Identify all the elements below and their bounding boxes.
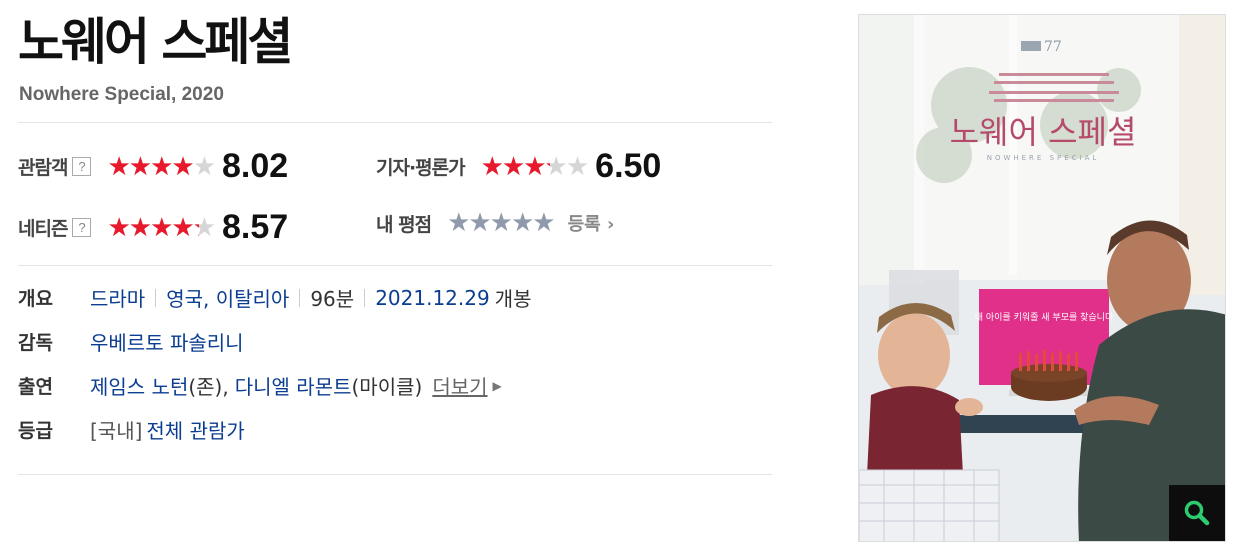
director-link[interactable]: 우베르토 파솔리니 xyxy=(90,327,244,356)
help-icon[interactable]: ? xyxy=(72,218,92,237)
divider xyxy=(18,474,772,475)
my-rating-stars[interactable]: ★★★★★ xyxy=(447,208,556,238)
triangle-right-icon: ▶ xyxy=(492,378,502,393)
more-link[interactable]: 더보기 xyxy=(432,371,487,400)
cast-role: (존), xyxy=(188,375,229,399)
separator xyxy=(299,288,301,307)
magnifier-icon xyxy=(1184,500,1210,526)
separator xyxy=(364,288,366,307)
my-rating: 내 평점 ★★★★★ 등록 › xyxy=(376,208,614,238)
grade-row: 등급 [국내] 전체 관람가 xyxy=(18,415,245,444)
audience-rating: 관람객 ? ★★★★★ ★★★★★ 8.02 xyxy=(18,147,288,186)
divider xyxy=(18,122,772,123)
audience-stars: ★★★★★ ★★★★★ xyxy=(107,151,216,182)
critics-stars: ★★★★★ ★★★★★ xyxy=(480,151,590,182)
overview-row: 개요 드라마 영국, 이탈리아 96분 2021.12.29 개봉 xyxy=(18,283,532,312)
separator xyxy=(155,288,157,307)
svg-text:NOWHERE SPECIAL: NOWHERE SPECIAL xyxy=(987,154,1100,162)
critics-rating: 기자·평론가 ★★★★★ ★★★★★ 6.50 xyxy=(376,147,661,186)
netizen-label: 네티즌 xyxy=(18,218,68,240)
movie-title: 노웨어 스페셜 xyxy=(18,13,293,71)
cast-row: 출연 제임스 노턴 (존), 다니엘 라몬트 (마이클) 더보기 ▶ xyxy=(18,371,502,400)
poster-image: 77 노웨어 스페셜 NOWHERE SPECIAL 내 아이를 키워줄 새 부… xyxy=(859,15,1225,541)
director-label: 감독 xyxy=(18,332,53,354)
netizen-rating: 네티즌 ? ★★★★★ ★★★★★ 8.57 xyxy=(18,208,288,247)
cast-role: (마이클) xyxy=(351,375,423,399)
audience-score: 8.02 xyxy=(222,147,289,185)
svg-text:노웨어 스페셜: 노웨어 스페셜 xyxy=(950,113,1137,151)
grade-link[interactable]: 전체 관람가 xyxy=(146,415,244,444)
director-row: 감독 우베르토 파솔리니 xyxy=(18,327,244,356)
critics-label: 기자·평론가 xyxy=(376,157,466,179)
grade-region: [국내] xyxy=(90,419,143,443)
svg-text:77: 77 xyxy=(1044,39,1062,55)
help-icon[interactable]: ? xyxy=(72,157,92,176)
cast-link[interactable]: 제임스 노턴 xyxy=(90,371,188,400)
zoom-button[interactable] xyxy=(1169,485,1225,541)
cast-link[interactable]: 다니엘 라몬트 xyxy=(235,371,352,400)
movie-subtitle: Nowhere Special, 2020 xyxy=(19,84,224,105)
grade-label: 등급 xyxy=(18,420,53,442)
cast-label: 출연 xyxy=(18,376,53,398)
register-rating-link[interactable]: 등록 › xyxy=(568,210,615,236)
critics-score: 6.50 xyxy=(595,147,662,185)
movie-poster[interactable]: 77 노웨어 스페셜 NOWHERE SPECIAL 내 아이를 키워줄 새 부… xyxy=(858,14,1226,542)
my-rating-label: 내 평점 xyxy=(376,213,432,236)
netizen-score: 8.57 xyxy=(222,208,289,246)
country-link[interactable]: 영국, 이탈리아 xyxy=(166,283,289,312)
runtime: 96분 xyxy=(310,287,355,311)
overview-label: 개요 xyxy=(18,288,53,310)
genre-link[interactable]: 드라마 xyxy=(90,283,145,312)
audience-label: 관람객 xyxy=(18,157,68,179)
divider xyxy=(18,265,772,266)
release-suffix: 개봉 xyxy=(494,287,532,311)
release-date-link[interactable]: 2021.12.29 xyxy=(375,286,490,310)
svg-text:내 아이를 키워줄 새 부모를 찾습니다: 내 아이를 키워줄 새 부모를 찾습니다 xyxy=(975,312,1114,323)
netizen-stars: ★★★★★ ★★★★★ xyxy=(107,212,216,243)
